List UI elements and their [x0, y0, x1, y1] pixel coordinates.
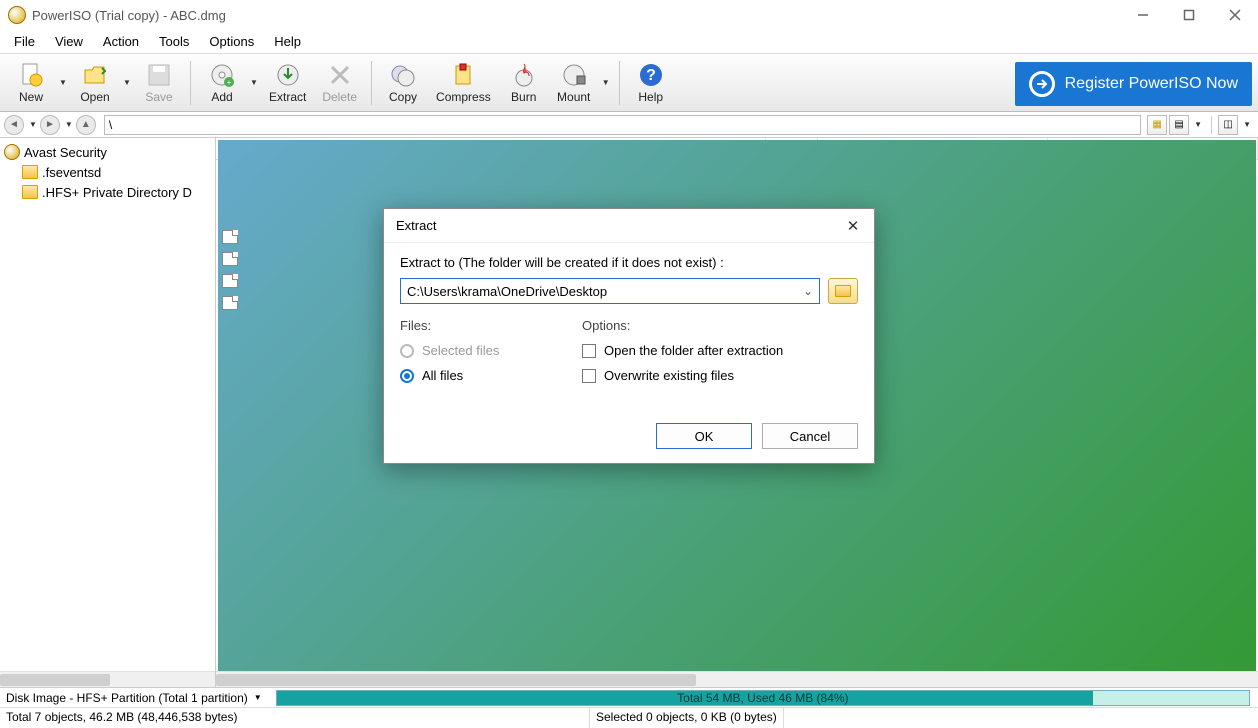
save-button: Save — [134, 57, 184, 109]
add-button[interactable]: + Add — [197, 57, 247, 109]
chevron-down-icon: ▼ — [254, 693, 262, 702]
toolbar: New ▼ Open ▼ Save + Add ▼ Extract Delete… — [0, 54, 1258, 112]
menu-view[interactable]: View — [45, 32, 93, 51]
radio-selected-files: Selected files — [400, 343, 560, 358]
layout-icon: ◫ — [1223, 119, 1232, 130]
navbar: ◄▼ ►▼ ▲ \ ▦ ▤ ▼ ◫ ▼ — [0, 112, 1258, 138]
nav-up-button[interactable]: ▲ — [76, 115, 96, 135]
menu-options[interactable]: Options — [199, 32, 264, 51]
mount-icon — [560, 61, 588, 89]
chevron-down-icon[interactable]: ▼ — [29, 120, 37, 129]
toolbar-sep — [371, 61, 372, 105]
statusbar: Disk Image - HFS+ Partition (Total 1 par… — [0, 687, 1258, 727]
mount-button[interactable]: Mount — [549, 57, 599, 109]
dialog-title: Extract ✕ — [384, 209, 874, 243]
cancel-button[interactable]: Cancel — [762, 423, 858, 449]
minimize-button[interactable] — [1120, 0, 1166, 30]
folder-icon — [22, 185, 38, 199]
disc-icon — [4, 144, 20, 160]
mount-dropdown[interactable]: ▼ — [599, 57, 613, 109]
list-scrollbar[interactable] — [216, 671, 1258, 687]
menu-tools[interactable]: Tools — [149, 32, 199, 51]
register-arrow-icon — [1029, 71, 1055, 97]
ok-button[interactable]: OK — [656, 423, 752, 449]
file-icon — [222, 296, 238, 310]
register-banner[interactable]: Register PowerISO Now — [1015, 62, 1252, 106]
chevron-down-icon[interactable]: ▼ — [65, 120, 73, 129]
browse-button[interactable] — [828, 278, 858, 304]
close-button[interactable] — [1212, 0, 1258, 30]
check-overwrite[interactable]: Overwrite existing files — [582, 368, 858, 383]
burn-icon — [510, 61, 538, 89]
extract-button[interactable]: Extract — [261, 57, 314, 109]
tree-scrollbar[interactable] — [0, 671, 215, 687]
extract-icon — [274, 61, 302, 89]
path-box[interactable]: \ — [104, 115, 1141, 135]
delete-icon — [326, 61, 354, 89]
options-group-label: Options: — [582, 318, 858, 333]
folder-view-icon: ▦ — [1152, 119, 1161, 130]
status-totals: Total 7 objects, 46.2 MB (48,446,538 byt… — [0, 708, 590, 728]
delete-button: Delete — [314, 57, 365, 109]
folder-icon — [22, 165, 38, 179]
folder-icon — [835, 285, 851, 297]
status-selected: Selected 0 objects, 0 KB (0 bytes) — [590, 708, 784, 728]
svg-text:?: ? — [646, 67, 656, 84]
file-icon — [222, 252, 238, 266]
usage-bar: Total 54 MB, Used 46 MB (84%) — [276, 690, 1250, 706]
chevron-down-icon[interactable]: ▼ — [1243, 120, 1251, 129]
burn-button[interactable]: Burn — [499, 57, 549, 109]
view-icons-button[interactable]: ▦ — [1147, 115, 1167, 135]
dialog-close-button[interactable]: ✕ — [840, 215, 866, 237]
add-dropdown[interactable]: ▼ — [247, 57, 261, 109]
view-details-button[interactable]: ▤ — [1169, 115, 1189, 135]
toolbar-sep — [190, 61, 191, 105]
extract-dialog: Extract ✕ Extract to (The folder will be… — [383, 208, 875, 464]
files-group-label: Files: — [400, 318, 560, 333]
check-open-folder[interactable]: Open the folder after extraction — [582, 343, 858, 358]
tree-pane: Avast Security .fseventsd .HFS+ Private … — [0, 138, 216, 687]
chevron-down-icon[interactable]: ⌄ — [803, 284, 813, 298]
nav-forward-button[interactable]: ► — [40, 115, 60, 135]
extract-path-input[interactable]: C:\Users\krama\OneDrive\Desktop ⌄ — [400, 278, 820, 304]
nav-back-button[interactable]: ◄ — [4, 115, 24, 135]
tree-item[interactable]: .fseventsd — [0, 162, 215, 182]
menu-action[interactable]: Action — [93, 32, 149, 51]
partition-selector[interactable]: Disk Image - HFS+ Partition (Total 1 par… — [0, 691, 268, 705]
copy-button[interactable]: Copy — [378, 57, 428, 109]
compress-icon — [449, 61, 477, 89]
extract-to-label: Extract to (The folder will be created i… — [400, 255, 858, 270]
file-icon — [222, 274, 238, 288]
toolbar-sep — [619, 61, 620, 105]
app-icon — [8, 6, 26, 24]
tree-root[interactable]: Avast Security — [0, 142, 215, 162]
view-layout-button[interactable]: ◫ — [1218, 115, 1238, 135]
titlebar: PowerISO (Trial copy) - ABC.dmg — [0, 0, 1258, 30]
copy-disc-icon — [389, 61, 417, 89]
tree-item[interactable]: .HFS+ Private Directory D — [0, 182, 215, 202]
img-icon — [222, 208, 238, 222]
maximize-button[interactable] — [1166, 0, 1212, 30]
sep — [1211, 116, 1212, 134]
compress-button[interactable]: Compress — [428, 57, 499, 109]
add-disc-icon: + — [208, 61, 236, 89]
menubar: File View Action Tools Options Help — [0, 30, 1258, 54]
svg-text:+: + — [227, 78, 232, 87]
new-dropdown[interactable]: ▼ — [56, 57, 70, 109]
menu-file[interactable]: File — [4, 32, 45, 51]
menu-help[interactable]: Help — [264, 32, 311, 51]
save-icon — [145, 61, 173, 89]
list-view-icon: ▤ — [1174, 119, 1183, 130]
new-button[interactable]: New — [6, 57, 56, 109]
radio-all-files[interactable]: All files — [400, 368, 560, 383]
chevron-down-icon[interactable]: ▼ — [1194, 120, 1202, 129]
open-dropdown[interactable]: ▼ — [120, 57, 134, 109]
help-icon: ? — [637, 61, 665, 89]
open-button[interactable]: Open — [70, 57, 120, 109]
open-folder-icon — [81, 61, 109, 89]
help-button[interactable]: ? Help — [626, 57, 676, 109]
new-file-icon — [17, 61, 45, 89]
file-icon — [222, 230, 238, 244]
window-title: PowerISO (Trial copy) - ABC.dmg — [32, 8, 226, 23]
